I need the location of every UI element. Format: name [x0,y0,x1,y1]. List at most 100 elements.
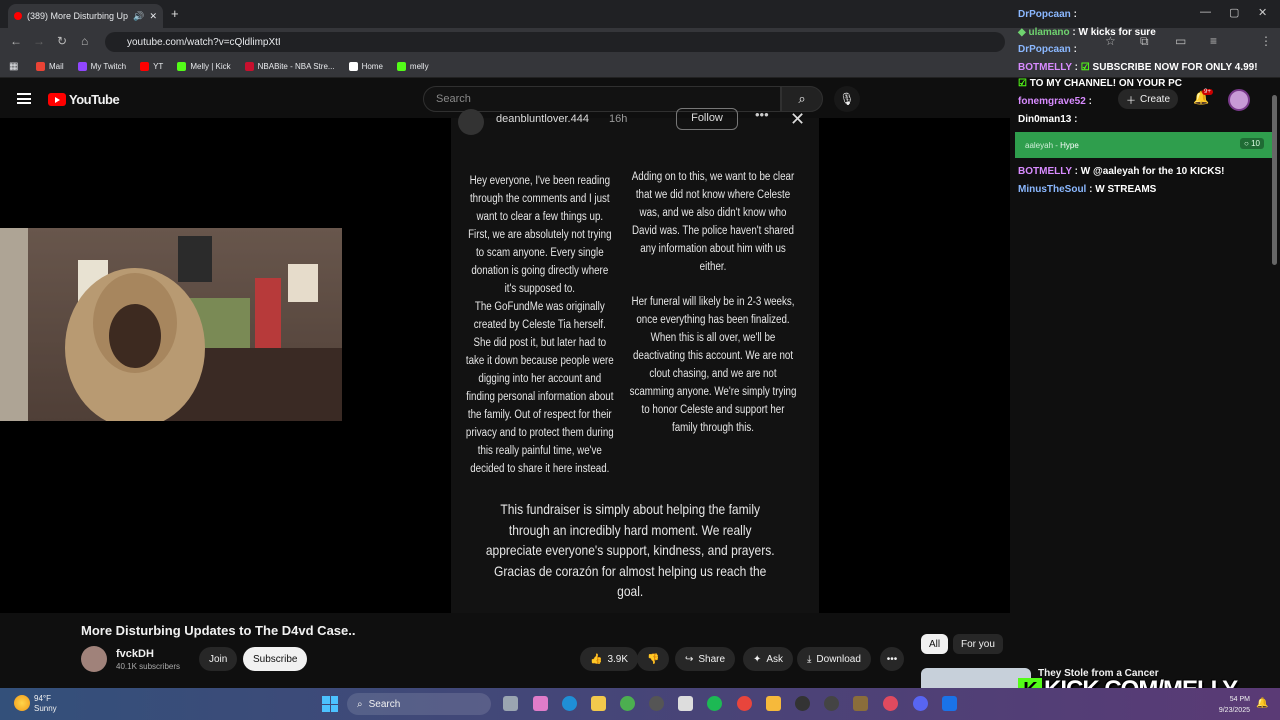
edge-icon[interactable] [562,696,577,711]
back-icon[interactable]: ← [10,34,22,48]
mail-icon [36,62,45,71]
chat-message: ◆ ulamano : W kicks for sure [1018,27,1156,38]
notification-center-icon[interactable]: 🔔 [1256,698,1268,709]
taskbar-search[interactable]: ⌕ Search [347,693,491,715]
chip-for-you[interactable]: For you [953,634,1003,654]
recommended-thumbnail[interactable] [921,668,1031,688]
url-text: youtube.com/watch?v=cQldlimpXtI [127,36,281,48]
forward-icon[interactable]: → [33,34,45,48]
menu-lines-icon[interactable]: ≡ [1210,34,1217,48]
account-avatar[interactable] [1228,89,1250,111]
voice-search-icon[interactable]: 🎙 [834,86,860,112]
cast-icon[interactable]: ▭ [1175,34,1186,48]
page-scrollbar[interactable] [1272,95,1277,265]
weather-sun-icon[interactable] [14,695,30,711]
clock-time: 54 PM [1229,696,1250,703]
maximize-icon[interactable]: ▢ [1229,6,1239,19]
bookmark-yt[interactable]: YT [140,62,163,71]
browser-tab-strip [0,0,1280,28]
logo-text: YouTube [69,92,120,107]
post-right-paragraph-1: Adding on to this, we want to be clear t… [631,171,795,273]
youtube-play-icon [48,93,66,106]
join-button[interactable]: Join [199,647,238,671]
bookmark-melly[interactable]: melly [396,62,429,71]
post-close-icon: ✕ [790,109,806,129]
post-username: deanbluntlover.444 [496,113,589,125]
roblox-icon[interactable] [942,696,957,711]
chat-message: Din0man13 : [1018,114,1078,125]
obs-icon[interactable] [795,696,810,711]
post-more-icon: ••• [755,107,769,122]
pin-icon[interactable] [883,696,898,711]
bookmark-nbabite[interactable]: NBABite - NBA Stre... [244,62,335,71]
post-follow-button: Follow [676,108,738,130]
xbox-icon[interactable] [620,696,635,711]
dislike-button[interactable]: 👎 [637,647,670,671]
reload-icon[interactable]: ↻ [57,34,67,48]
sparkle-icon: ✦ [753,653,762,665]
windows-start-icon[interactable] [322,696,338,712]
x-icon [348,62,358,71]
chat-message: fonemgrave52 : [1018,96,1092,107]
youtube-logo[interactable]: YouTube [48,92,120,107]
hype-event: aaleyah - Hype [1015,132,1272,158]
post-bottom-paragraph: This fundraiser is simply about helping … [485,501,775,599]
search-icon: ⌕ [798,91,806,106]
chip-all[interactable]: All [921,634,949,654]
window-close-icon[interactable]: ✕ [1258,6,1267,19]
copilot-icon[interactable] [533,696,548,711]
channel-name[interactable]: fvckDH [116,648,154,660]
discord-icon[interactable] [913,696,928,711]
bookmark-twitch[interactable]: My Twitch [77,62,126,71]
twitch-icon [77,62,87,71]
chat-message: MinusTheSoul : W STREAMS [1018,184,1157,195]
media-icon[interactable] [824,696,839,711]
chrome-icon[interactable] [737,696,752,711]
url-bar[interactable]: youtube.com/watch?v=cQldlimpXtI [105,32,1005,52]
new-tab-icon[interactable]: + [171,6,179,21]
browser-menu-icon[interactable]: ⋮ [1260,34,1272,48]
download-icon: ⤓ [807,653,812,665]
chat-message: DrPopcaan : [1018,44,1077,55]
post-left-paragraph-1: Hey everyone, I've been reading through … [468,175,612,295]
subscribe-button[interactable]: Subscribe [243,647,308,671]
plus-icon: ＋ [1126,95,1136,107]
hamburger-menu-icon[interactable] [17,93,31,104]
chat-message: ☑ TO MY CHANNEL! ON YOUR PC [1018,78,1182,89]
taskbar-clock[interactable]: 54 PM 9/23/2025 [1210,694,1250,716]
bookmark-home[interactable]: Home [348,62,383,71]
store-icon[interactable] [678,696,693,711]
task-view-icon[interactable] [503,696,518,711]
share-icon: ↪ [685,653,694,665]
weather-widget[interactable]: 94°F Sunny [34,694,57,714]
chat-message: DrPopcaan : [1018,9,1077,20]
bookmark-kick[interactable]: Melly | Kick [177,62,231,71]
share-button[interactable]: ↪ Share [675,647,736,671]
tab-close-icon[interactable]: ✕ [149,11,157,22]
browser-tab[interactable]: (389) More Disturbing Upd 🔊 ✕ [8,4,163,28]
app-icon[interactable] [766,696,781,711]
more-actions-icon[interactable]: ••• [880,647,904,671]
streamer-webcam [0,228,342,421]
clock-date: 9/23/2025 [1218,707,1250,714]
github-icon[interactable] [649,696,664,711]
home-icon[interactable]: ⌂ [81,34,88,48]
ask-button[interactable]: ✦ Ask [743,647,794,671]
minecraft-icon[interactable] [853,696,868,711]
notification-badge: 9+ [1202,89,1213,95]
spotify-icon[interactable] [707,696,722,711]
post-right-paragraph-2: Her funeral will likely be in 2-3 weeks,… [629,296,797,434]
download-button[interactable]: ⤓ Download [797,647,871,671]
speaker-icon[interactable]: 🔊 [133,11,144,22]
post-left-paragraph-2: The GoFundMe was originally created by C… [465,301,614,475]
apps-grid-icon[interactable]: ▦ [9,61,18,72]
minimize-icon[interactable]: — [1200,6,1211,18]
file-explorer-icon[interactable] [591,696,606,711]
channel-avatar[interactable] [81,646,107,672]
chat-message: BOTMELLY : W @aaleyah for the 10 KICKS! [1018,166,1225,177]
bookmark-mail[interactable]: Mail [36,62,64,71]
create-button[interactable]: ＋ Create [1118,89,1179,109]
subscriber-count: 40.1K subscribers [116,662,181,671]
chat-message: BOTMELLY : ☑ SUBSCRIBE NOW FOR ONLY 4.99… [1018,62,1258,73]
like-button[interactable]: 👍 3.9K [580,647,639,671]
